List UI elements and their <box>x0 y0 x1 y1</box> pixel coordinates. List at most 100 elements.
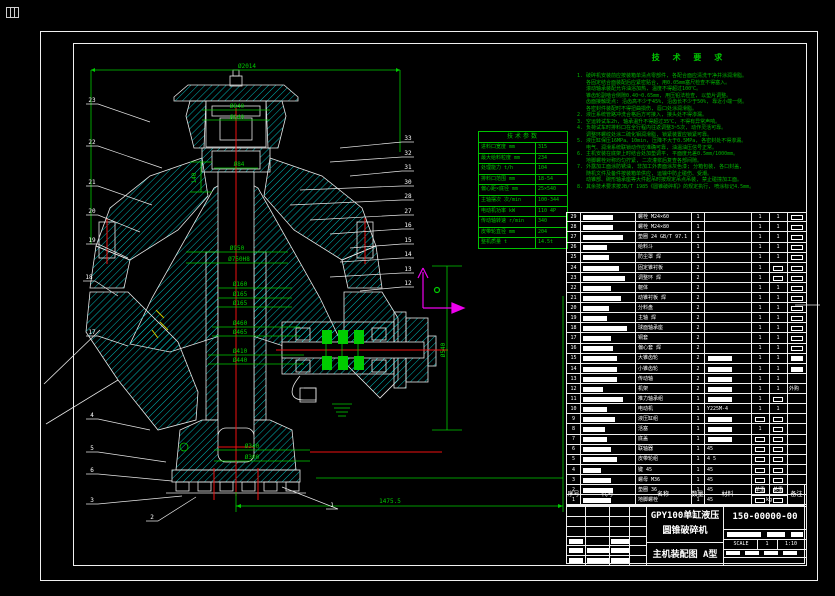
callout-number: 1 <box>330 502 334 509</box>
bom-cell: 22 <box>568 284 579 292</box>
bom-cell <box>583 326 627 331</box>
bom-row: 27垫圈 24 GB/T 97.1111 <box>567 233 806 242</box>
callout-number: 27 <box>404 208 412 215</box>
bom-cell: 10 <box>568 405 579 413</box>
bom-cell: 2 <box>692 334 704 342</box>
dim-text: Ø300 <box>245 454 260 461</box>
spec-label: 进料口宽度 mm <box>481 143 533 153</box>
bom-cell: 1 <box>753 344 767 352</box>
dim-text: Ø165 <box>233 291 248 298</box>
callout-number: 3 <box>90 497 94 504</box>
bom-cell <box>583 427 605 432</box>
bom-cell: 螺母 M36 <box>638 476 690 484</box>
bom-cell: 1 <box>771 334 785 342</box>
bom-cell <box>708 397 732 402</box>
callout-leader <box>86 474 172 481</box>
bom-cell <box>708 356 732 361</box>
callout-number: 20 <box>88 208 96 215</box>
revision-cell <box>569 558 583 563</box>
revision-cell <box>611 539 629 544</box>
bom-cell: 1 <box>771 405 785 413</box>
bom-cell: 1 <box>692 395 704 403</box>
bom-row: 19主轴 焊211 <box>567 314 806 323</box>
bom-cell: 13 <box>568 375 579 383</box>
bom-cell: 推力轴承组 <box>638 395 690 403</box>
bom-cell: 2 <box>692 385 704 393</box>
bom-cell: 1 <box>771 223 785 231</box>
bom-cell: 11 <box>568 395 579 403</box>
bom-cell <box>583 276 625 281</box>
bom-cell <box>773 457 783 462</box>
spec-row: 最大给料粒度 mm234 <box>479 154 567 165</box>
spec-label: 主轴摆次 次/min <box>481 196 533 206</box>
bom-cell: 1 <box>753 243 767 251</box>
bom-cell: 1 <box>753 284 767 292</box>
bom-cell: 2 <box>692 314 704 322</box>
bom-row: 4键 45145 <box>567 466 806 475</box>
bom-row: 22躯体211 <box>567 284 806 293</box>
bom-cell: 联轴器 <box>638 445 690 453</box>
bom-cell: 4 5 <box>707 455 750 463</box>
dim-text: Ø340 <box>245 443 260 450</box>
coordinate-axes-icon <box>418 268 464 313</box>
bom-cell <box>583 367 617 372</box>
bom-cell: 底盖 <box>638 435 690 443</box>
bom-cell <box>773 276 783 281</box>
bom-cell: 螺栓 M24×80 <box>638 223 690 231</box>
bom-cell <box>583 457 617 462</box>
bom-cell: 1 <box>692 405 704 413</box>
callout-leader <box>86 496 182 504</box>
bom-cell: 小锥齿轮 <box>638 365 690 373</box>
bom-cell: 1 <box>753 405 767 413</box>
bom-cell <box>791 225 803 230</box>
bom-header-cell: 备注 <box>787 485 806 506</box>
spec-label: 最大给料粒度 mm <box>481 154 533 164</box>
bom-cell: 调整环 焊 <box>638 274 690 282</box>
bom-cell: 1 <box>753 324 767 332</box>
bom-row: 7底盖1 <box>567 435 806 444</box>
bom-cell: 2 <box>692 274 704 282</box>
bom-row: 8活塞11 <box>567 425 806 434</box>
bom-cell: 1 <box>692 243 704 251</box>
bom-cell: 1 <box>771 314 785 322</box>
bom-cell <box>791 245 803 250</box>
spec-row: 偏心距×底径 mm25×540 <box>479 185 567 196</box>
bom-cell: 18 <box>568 324 579 332</box>
bom-cell <box>708 367 732 372</box>
bom-row: 29螺栓 M24×60111 <box>567 213 806 222</box>
bom-cell: 15 <box>568 354 579 362</box>
bom-table: 29螺栓 M24×6011128螺栓 M24×8011127垫圈 24 GB/T… <box>566 212 807 507</box>
bom-cell: 球面轴承座 <box>638 324 690 332</box>
bom-cell: 45 <box>707 476 750 484</box>
bom-cell: 16 <box>568 344 579 352</box>
notes-lines: 1. 破碎机安装前应按装箱单清点零部件, 各配合面应清洗干净并涂润滑脂。 各固定… <box>577 73 809 190</box>
bom-cell <box>708 417 732 422</box>
bom-cell: 1 <box>771 385 785 393</box>
spec-label: 偏心距×底径 mm <box>481 185 533 195</box>
callout-leader <box>86 104 150 122</box>
bom-cell <box>708 427 732 432</box>
callout-number: 19 <box>88 237 96 244</box>
bom-cell: 传动轴 <box>638 375 690 383</box>
bom-cell: 6 <box>568 445 579 453</box>
bom-cell: 1 <box>692 213 704 221</box>
spec-label: 皮带轮直径 mm <box>481 228 533 238</box>
bom-cell: 1 <box>771 213 785 221</box>
drawing-title: 主机装配图 A型 <box>647 547 723 560</box>
bom-cell <box>583 356 617 361</box>
spec-row: 皮带轮直径 mm204 <box>479 228 567 239</box>
bom-row: 26给料斗111 <box>567 243 806 252</box>
spec-value: 315 <box>535 143 568 153</box>
bom-cell: 1 <box>753 395 767 403</box>
bom-cell: 2 <box>692 304 704 312</box>
bom-cell: 液压缸组 <box>638 415 690 423</box>
bom-cell <box>583 215 613 220</box>
bom-cell: 1 <box>771 253 785 261</box>
revision-cell <box>611 548 629 553</box>
callout-number: 6 <box>90 467 94 474</box>
bom-cell: 2 <box>692 294 704 302</box>
bom-row: 10电动机1Y225M-411 <box>567 405 806 414</box>
revision-cell <box>587 558 609 563</box>
bom-cell <box>583 478 611 483</box>
bom-cell: 1 <box>692 425 704 433</box>
